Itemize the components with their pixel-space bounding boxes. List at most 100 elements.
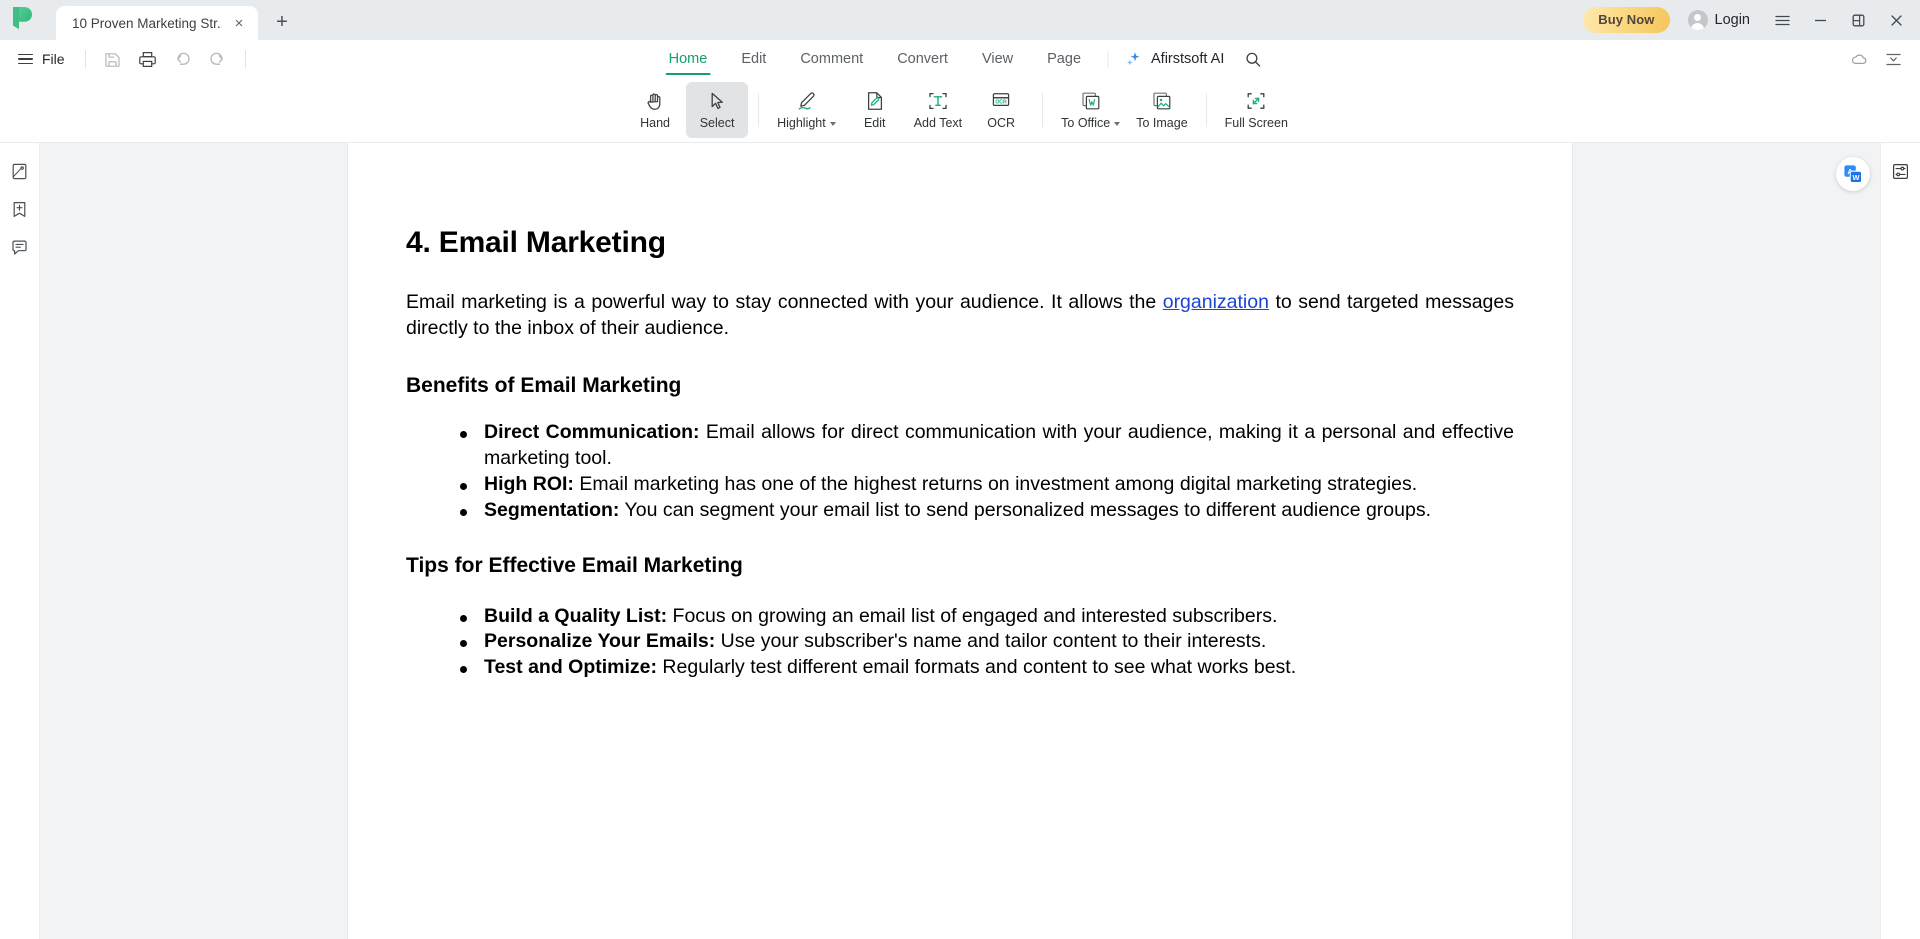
list-item: Segmentation: You can segment your email…: [452, 498, 1514, 524]
tab-comment[interactable]: Comment: [783, 40, 880, 78]
list-item-bold: Direct Communication:: [484, 420, 700, 443]
document-tab[interactable]: 10 Proven Marketing Str... ×: [56, 6, 258, 40]
undo-icon: [177, 52, 190, 65]
tab-view[interactable]: View: [965, 40, 1030, 78]
tab-home[interactable]: Home: [652, 40, 725, 78]
benefits-list: Direct Communication: Email allows for d…: [406, 420, 1514, 524]
list-item: Build a Quality List: Focus on growing a…: [452, 604, 1514, 630]
close-icon: [1890, 14, 1902, 26]
list-item-bold: High ROI:: [484, 472, 574, 495]
sidebar-item-comments[interactable]: [6, 233, 34, 261]
chevron-down-icon[interactable]: [829, 121, 836, 126]
divider: [84, 50, 86, 68]
tool-to-office[interactable]: To Office: [1053, 82, 1128, 138]
sidebar-item-bookmark-add[interactable]: [6, 195, 34, 223]
menu-bar: File Home Edit Comment Convert View Page…: [0, 40, 1920, 78]
quick-access-toolbar: [98, 45, 233, 73]
sidebar-item-thumbnails[interactable]: [6, 157, 34, 185]
tool-label: To Office: [1061, 116, 1121, 130]
save-icon: [105, 52, 120, 67]
tool-to-image[interactable]: To Image: [1128, 82, 1195, 138]
minimize-icon: [1814, 19, 1826, 21]
sidebar-item-properties[interactable]: [1887, 157, 1915, 185]
afirstsoft-logo-icon: [13, 7, 32, 29]
home-ribbon-toolbar: Hand Select Highlight Edit Add Text OCR …: [0, 78, 1920, 143]
new-tab-button[interactable]: +: [268, 8, 296, 36]
tool-label: To Image: [1136, 116, 1188, 130]
list-item-bold: Build a Quality List:: [484, 604, 668, 627]
divider: [1108, 50, 1110, 68]
work-area: Technical SEO: Ensure your website is te…: [0, 143, 1920, 939]
tool-highlight[interactable]: Highlight: [769, 82, 844, 138]
tool-edit[interactable]: Edit: [844, 82, 906, 138]
intro-paragraph: Email marketing is a powerful way to sta…: [406, 290, 1514, 342]
tool-full-screen[interactable]: Full Screen: [1217, 82, 1296, 138]
save-button[interactable]: [98, 45, 128, 73]
highlighter-pen-icon: [795, 90, 817, 112]
tool-select[interactable]: Select: [686, 82, 749, 138]
collapse-ribbon-button[interactable]: [1878, 45, 1908, 73]
cloud-icon: [1851, 54, 1866, 64]
translate-icon: A W: [1844, 165, 1863, 184]
page-title: 4. Email Marketing: [406, 226, 666, 259]
app-menu-button[interactable]: [1764, 7, 1800, 33]
organization-link[interactable]: organization: [1163, 291, 1269, 313]
list-item: Test and Optimize: Regularly test differ…: [452, 655, 1514, 681]
list-item-bold: Test and Optimize:: [484, 656, 657, 679]
chevron-down-icon[interactable]: [1114, 121, 1121, 126]
undo-button[interactable]: [168, 45, 198, 73]
divider: [244, 50, 246, 68]
edit-document-icon: [864, 90, 886, 112]
list-item-text: Regularly test different email formats a…: [657, 656, 1297, 679]
list-item-bold: Segmentation:: [484, 498, 620, 521]
buy-now-button[interactable]: Buy Now: [1583, 7, 1670, 33]
afirstsoft-ai-button[interactable]: Afirstsoft AI: [1119, 50, 1230, 68]
ai-sparkle-icon: [1127, 52, 1140, 66]
ribbon-tabs: Home Edit Comment Convert View Page Afir…: [652, 40, 1269, 78]
file-menu-button[interactable]: File: [14, 48, 73, 70]
tool-label: Select: [699, 116, 735, 130]
print-button[interactable]: [133, 45, 163, 73]
tab-page[interactable]: Page: [1030, 40, 1098, 78]
cursor-arrow-icon: [706, 90, 728, 112]
hand-icon: [644, 90, 666, 112]
list-item: Technical SEO: Ensure your website is te…: [452, 143, 1514, 145]
document-viewport[interactable]: Technical SEO: Ensure your website is te…: [40, 143, 1880, 939]
properties-panel-icon: [1892, 163, 1909, 179]
clipped-bullet-block: Technical SEO: Ensure your website is te…: [406, 143, 1514, 181]
tips-heading: Tips for Effective Email Marketing: [406, 553, 743, 577]
ai-label: Afirstsoft AI: [1151, 51, 1225, 67]
tips-list: Build a Quality List: Focus on growing a…: [406, 604, 1514, 682]
list-item-text: Focus on growing an email list of engage…: [667, 604, 1278, 627]
tool-add-text[interactable]: Add Text: [906, 82, 970, 138]
redo-button[interactable]: [203, 45, 233, 73]
translate-button[interactable]: A W: [1836, 157, 1870, 191]
tool-ocr[interactable]: OCR OCR: [970, 82, 1032, 138]
hamburger-icon: [1774, 15, 1790, 25]
tool-label: OCR: [987, 116, 1016, 130]
tool-label: Highlight: [777, 116, 836, 130]
redo-icon: [210, 52, 224, 65]
tab-convert[interactable]: Convert: [880, 40, 965, 78]
tool-label: Add Text: [913, 116, 963, 130]
tool-hand[interactable]: Hand: [624, 82, 686, 138]
search-button[interactable]: [1238, 44, 1268, 74]
close-window-button[interactable]: [1878, 7, 1914, 33]
intro-text-before: Email marketing is a powerful way to sta…: [406, 291, 1163, 313]
divider: [1205, 93, 1207, 127]
maximize-restore-button[interactable]: [1840, 7, 1876, 33]
document-page: Technical SEO: Ensure your website is te…: [348, 143, 1572, 939]
list-item-text: Use your subscriber's name and tailor co…: [715, 630, 1267, 653]
list-item: Personalize Your Emails: Use your subscr…: [452, 629, 1514, 655]
tab-edit[interactable]: Edit: [724, 40, 783, 78]
list-item: Direct Communication: Email allows for d…: [452, 420, 1514, 472]
window-controls-group: Buy Now Login: [1583, 7, 1920, 40]
avatar-icon: [1687, 10, 1708, 30]
login-button[interactable]: Login: [1687, 10, 1750, 30]
close-tab-icon[interactable]: ×: [230, 14, 248, 32]
collapse-ribbon-icon: [1885, 53, 1901, 65]
to-image-icon: [1151, 90, 1173, 112]
minimize-button[interactable]: [1802, 7, 1838, 33]
cloud-sync-button[interactable]: [1844, 45, 1874, 73]
benefits-heading: Benefits of Email Marketing: [406, 373, 682, 397]
